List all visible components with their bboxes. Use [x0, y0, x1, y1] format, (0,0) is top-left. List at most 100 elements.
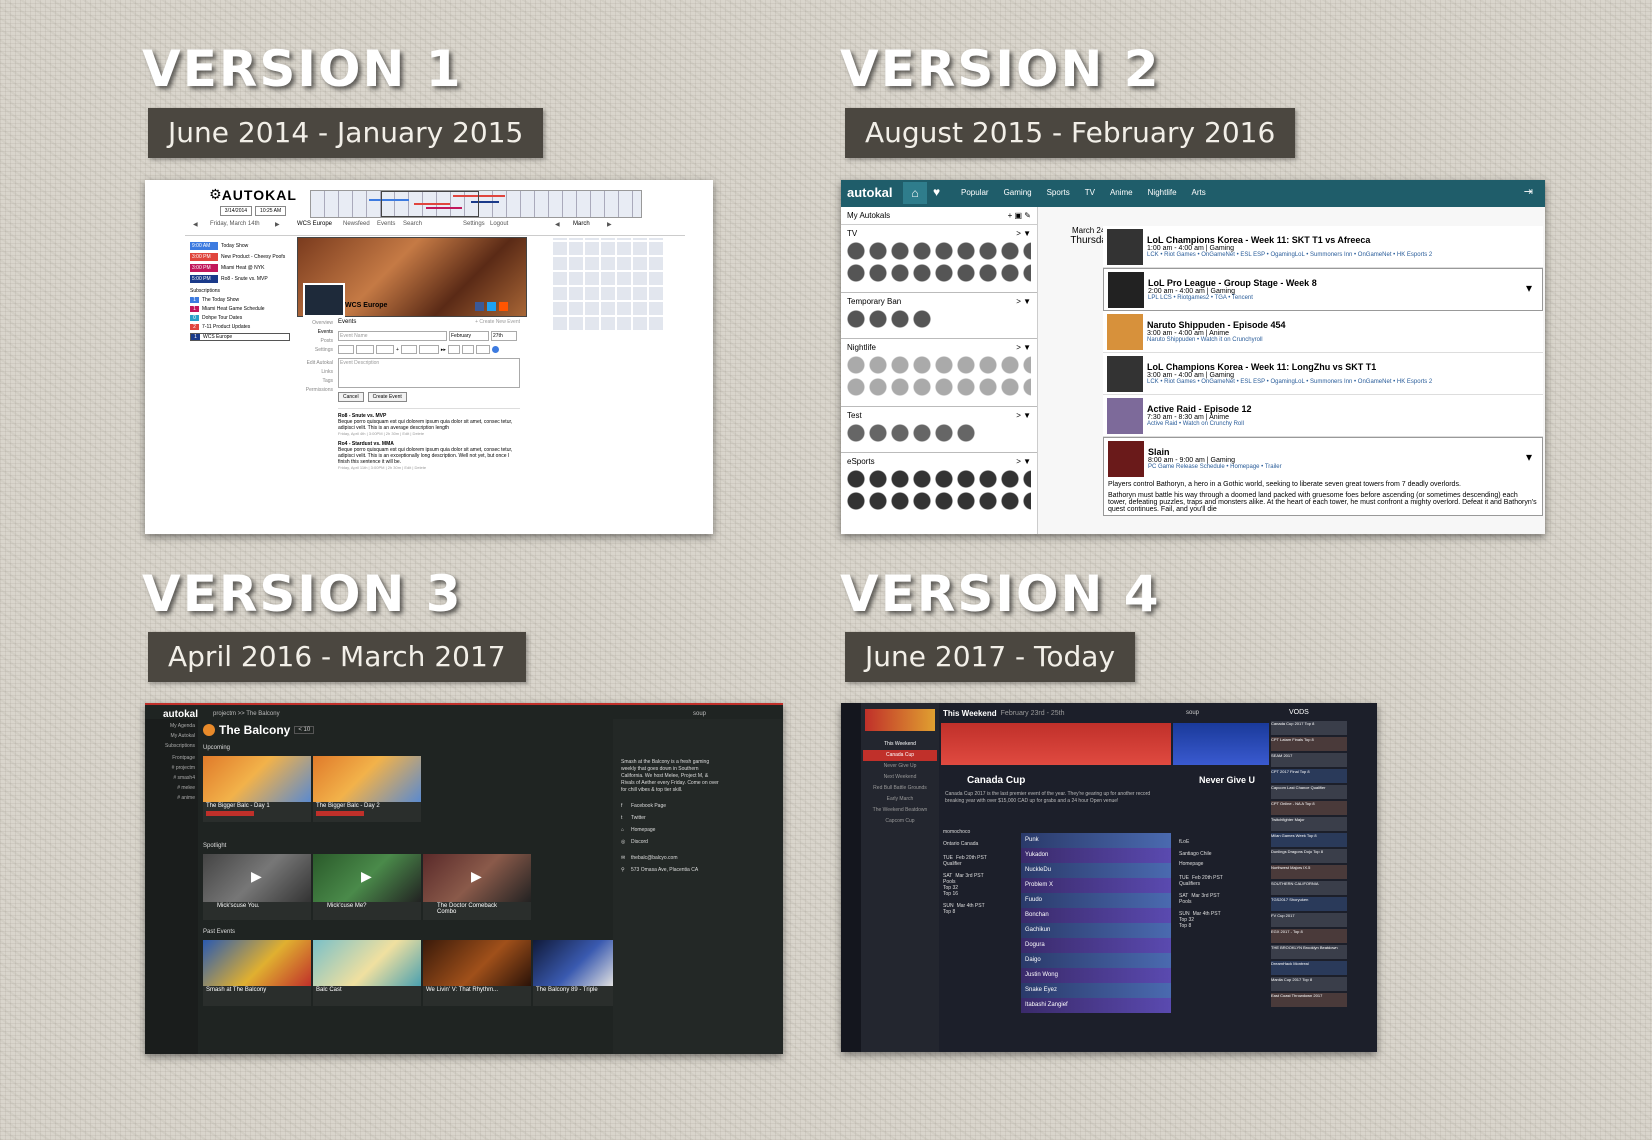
vod-item[interactable]: Canada Cup 2017 Top 8	[1271, 721, 1347, 735]
chevron-down-icon[interactable]: ▾	[1526, 450, 1532, 464]
agenda-title[interactable]: Today Show	[221, 243, 248, 249]
event-row-expanded[interactable]: Slain 8:00 am - 9:00 am | Gaming PC Game R…	[1103, 437, 1543, 516]
home-icon[interactable]: ⌂	[903, 182, 927, 204]
vod-item[interactable]: FV Cup 2017	[1271, 913, 1347, 927]
event-title[interactable]: Naruto Shippuden - Episode 454	[1147, 320, 1286, 330]
help-icon[interactable]	[491, 346, 499, 353]
tab-events[interactable]: Events	[377, 221, 395, 227]
event-links[interactable]: LPL LCS • Riotgames2 • TGA • Tencent	[1148, 295, 1317, 301]
vod-item[interactable]: THE BROOKLYN Brooklyn Beatdown	[1271, 945, 1347, 959]
address[interactable]: 573 Omasa Ave, Placentia CA	[631, 864, 698, 876]
vod-item[interactable]: Capcom Last Chance Qualifier	[1271, 785, 1347, 799]
timeline[interactable]	[310, 190, 642, 218]
event-card[interactable]: Balc Cast	[313, 940, 421, 1006]
event-card[interactable]: The Bigger Balc - Day 1	[203, 756, 311, 822]
user-menu[interactable]: soup	[1186, 710, 1199, 716]
sub-name[interactable]: Miami Heat Game Schedule	[202, 306, 265, 312]
logo[interactable]: AUTOKAL	[222, 187, 297, 203]
nav-anime[interactable]: Anime	[1110, 188, 1133, 197]
vod-item[interactable]: SOUTHERN CALIFORNIA	[1271, 881, 1347, 895]
breadcrumb[interactable]: projectm >> The Balcony	[213, 711, 280, 717]
day-select[interactable]: 27th	[491, 331, 517, 341]
vod-item[interactable]: CPT Latam Finals Top 8	[1271, 737, 1347, 751]
vod-item[interactable]: CPT 2017 Final Top 8	[1271, 769, 1347, 783]
group-esports[interactable]: eSports > ▼	[841, 453, 1037, 523]
logo[interactable]: autokal	[847, 185, 893, 200]
player-name[interactable]: Daigo	[1021, 953, 1171, 968]
month-select[interactable]: February	[449, 331, 489, 341]
group-test[interactable]: Test > ▼	[841, 407, 1037, 453]
nav-anime[interactable]: # anime	[145, 793, 195, 803]
vod-item[interactable]: Twitchfighter Major	[1271, 817, 1347, 831]
nav-my-agenda[interactable]: My Agenda	[145, 721, 195, 731]
link-overview[interactable]: Overview	[295, 319, 333, 328]
nav-subscriptions[interactable]: Subscriptions	[145, 741, 195, 751]
event-name-input[interactable]: Event Name	[338, 331, 447, 341]
event-row[interactable]: Naruto Shippuden - Episode 454 3:00 am - …	[1103, 311, 1543, 353]
nav-early-march[interactable]: Early March	[863, 794, 937, 805]
link-twitter[interactable]: Twitter	[631, 812, 646, 824]
event-card[interactable]: Smash at The Balcony	[203, 940, 311, 1006]
nav-projectm[interactable]: # projectm	[145, 763, 195, 773]
group-tv[interactable]: TV > ▼	[841, 225, 1037, 293]
user-menu[interactable]: soup	[693, 711, 706, 717]
play-icon[interactable]: ▶	[471, 868, 482, 885]
sfv-logo[interactable]	[865, 709, 935, 731]
link-tags[interactable]: Tags	[295, 377, 333, 386]
vod-item[interactable]: East Coast Throwdown 2017	[1271, 993, 1347, 1007]
cancel-button[interactable]: Cancel	[338, 392, 364, 402]
email[interactable]: thebalc@balcyo.com	[631, 852, 678, 864]
streamer-name[interactable]: momochoco	[943, 829, 1003, 835]
link-posts[interactable]: Posts	[295, 337, 333, 346]
nav-canada-cup[interactable]: Canada Cup	[863, 750, 937, 761]
link-links[interactable]: Links	[295, 368, 333, 377]
nav-popular[interactable]: Popular	[961, 188, 989, 197]
player-name[interactable]: NuckleDu	[1021, 863, 1171, 878]
group-nightlife[interactable]: Nightlife > ▼	[841, 339, 1037, 407]
create-event-link[interactable]: + Create New Event	[475, 319, 520, 325]
event-card[interactable]: The Bigger Balc - Day 2	[313, 756, 421, 822]
event-row[interactable]: Active Raid - Episode 12 7:30 am - 8:30 a…	[1103, 395, 1543, 437]
card-title[interactable]: Balc Cast	[313, 986, 421, 994]
nav-melee[interactable]: # melee	[145, 783, 195, 793]
tab-newsfeed[interactable]: Newsfeed	[343, 221, 370, 227]
nav-this-weekend[interactable]: This Weekend	[863, 739, 937, 750]
sub-name[interactable]: 7-11 Product Updates	[202, 324, 250, 330]
card-title[interactable]: Smash at The Balcony	[203, 986, 311, 994]
player-name[interactable]: Snake Eyez	[1021, 983, 1171, 998]
video-card[interactable]: ▶ Mick'cuse Me?	[313, 854, 421, 920]
event-description-input[interactable]: Event Description	[338, 358, 520, 388]
vod-item[interactable]: EGX 2017 - Top 8	[1271, 929, 1347, 943]
event-title[interactable]: LoL Champions Korea - Week 11: LongZhu v…	[1147, 362, 1432, 372]
nav-capcom-cup[interactable]: Capcom Cup	[863, 816, 937, 827]
nav-never-give-up[interactable]: Never Give Up	[863, 761, 937, 772]
link-edit[interactable]: Edit Autokal	[295, 359, 333, 368]
nav-next-weekend[interactable]: Next Weekend	[863, 772, 937, 783]
player-name[interactable]: Fuudo	[1021, 893, 1171, 908]
player-name[interactable]: Gachikun	[1021, 923, 1171, 938]
play-icon[interactable]: ▶	[361, 868, 372, 885]
player-name[interactable]: Yukadon	[1021, 848, 1171, 863]
vod-item[interactable]: DreamHack Montreal	[1271, 961, 1347, 975]
link-homepage[interactable]: Homepage	[631, 824, 655, 836]
event-links[interactable]: Naruto Shippuden • Watch it on Crunchyro…	[1147, 337, 1286, 343]
nav-sports[interactable]: Sports	[1047, 188, 1070, 197]
nav-gaming[interactable]: Gaming	[1004, 188, 1032, 197]
chevron-down-icon[interactable]: ▾	[1526, 281, 1532, 295]
nav-tv[interactable]: TV	[1085, 188, 1095, 197]
link-discord[interactable]: Discord	[631, 836, 648, 848]
player-name[interactable]: Punk	[1021, 833, 1171, 848]
card-title[interactable]: The Balcony 89 - Triple	[533, 986, 613, 994]
nav-nightlife[interactable]: Nightlife	[1148, 188, 1177, 197]
event-card[interactable]: We Livin' V: That Rhythm...	[423, 940, 531, 1006]
event-links[interactable]: LCK • Riot Games • OnGameNet • ESL ESP •…	[1147, 252, 1432, 258]
vod-item[interactable]: TGS2017 Shoryuken	[1271, 897, 1347, 911]
agenda-title[interactable]: Ro8 - Snute vs. MVP	[221, 276, 268, 282]
sub-name[interactable]: The Today Show	[202, 297, 239, 303]
vod-item[interactable]: Dunlings Dragons Dojo Top 8	[1271, 849, 1347, 863]
panel-tools-icon[interactable]: + ▣ ✎	[1008, 211, 1031, 220]
player-name[interactable]: Bonchan	[1021, 908, 1171, 923]
sub-name[interactable]: WCS Europe	[203, 334, 232, 340]
sub-name[interactable]: Dohpe Tour Dates	[202, 315, 242, 321]
event-links[interactable]: Active Raid • Watch on Crunchy Roll	[1147, 421, 1252, 427]
